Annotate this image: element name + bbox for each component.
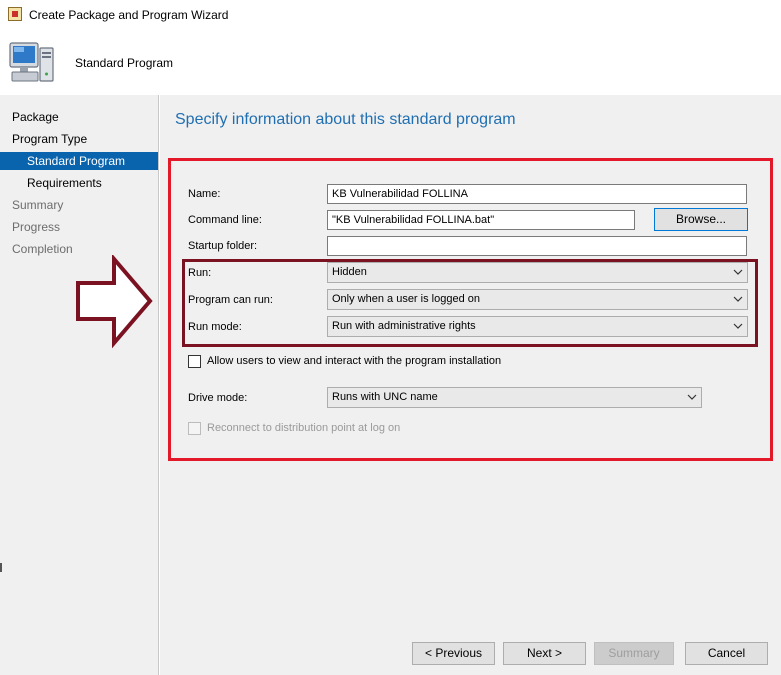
step-program-type[interactable]: Program Type — [0, 130, 158, 148]
previous-button[interactable]: < Previous — [412, 642, 495, 665]
cancel-button[interactable]: Cancel — [685, 642, 768, 665]
step-requirements[interactable]: Requirements — [0, 174, 158, 192]
name-input[interactable]: KB Vulnerabilidad FOLLINA — [327, 184, 747, 204]
computer-icon — [9, 42, 54, 82]
header-title: Standard Program — [75, 56, 174, 70]
reconnect-checkbox — [188, 422, 201, 435]
step-standard-program[interactable]: Standard Program — [0, 152, 158, 170]
wizard-app-icon — [8, 7, 22, 21]
annotation-arrow-icon — [76, 255, 153, 349]
next-button[interactable]: Next > — [503, 642, 586, 665]
sidebar-edge-mark — [0, 563, 2, 572]
program-can-run-dropdown[interactable]: Only when a user is logged on — [327, 289, 748, 310]
program-can-run-label: Program can run: — [188, 294, 273, 306]
program-can-run-value: Only when a user is logged on — [332, 293, 480, 305]
allow-interact-checkbox[interactable] — [188, 355, 201, 368]
run-dropdown[interactable]: Hidden — [327, 262, 748, 283]
drive-mode-dropdown[interactable]: Runs with UNC name — [327, 387, 702, 408]
step-summary: Summary — [12, 198, 64, 212]
reconnect-label: Reconnect to distribution point at log o… — [207, 422, 401, 434]
name-label: Name: — [188, 188, 221, 200]
page-heading: Specify information about this standard … — [175, 111, 516, 128]
command-line-input[interactable]: "KB Vulnerabilidad FOLLINA.bat" — [327, 210, 635, 230]
title-bar: Create Package and Program Wizard — [0, 0, 781, 30]
run-label: Run: — [188, 267, 212, 279]
step-package[interactable]: Package — [0, 108, 158, 126]
run-mode-value: Run with administrative rights — [332, 320, 476, 332]
drive-mode-value: Runs with UNC name — [332, 391, 438, 403]
chevron-down-icon — [733, 296, 743, 302]
startup-folder-input[interactable] — [327, 236, 747, 256]
wizard-page: Specify information about this standard … — [160, 95, 781, 675]
chevron-down-icon — [733, 323, 743, 329]
chevron-down-icon — [733, 269, 743, 275]
allow-interact-label: Allow users to view and interact with th… — [207, 355, 502, 367]
wizard-header: Standard Program — [0, 30, 781, 95]
command-line-label: Command line: — [188, 214, 262, 226]
summary-button: Summary — [594, 642, 674, 665]
wizard-step-list: Package Program Type Standard Program Re… — [0, 95, 159, 675]
startup-folder-label: Startup folder: — [188, 240, 258, 252]
drive-mode-label: Drive mode: — [188, 392, 248, 404]
run-mode-label: Run mode: — [188, 321, 242, 333]
step-progress: Progress — [12, 220, 61, 234]
run-mode-dropdown[interactable]: Run with administrative rights — [327, 316, 748, 337]
browse-button[interactable]: Browse... — [654, 208, 748, 231]
run-dropdown-value: Hidden — [332, 266, 367, 278]
window-title: Create Package and Program Wizard — [29, 8, 229, 22]
chevron-down-icon — [687, 394, 697, 400]
